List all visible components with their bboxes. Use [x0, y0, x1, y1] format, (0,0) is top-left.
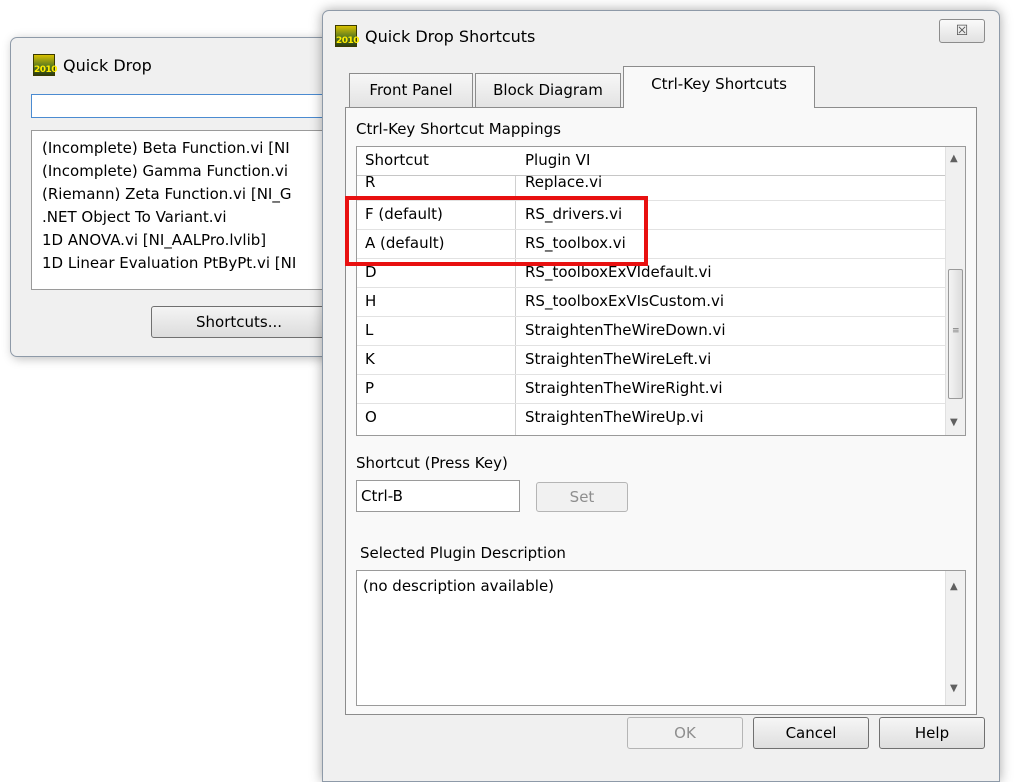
column-header-plugin-vi[interactable]: Plugin VI	[525, 151, 590, 169]
press-key-label: Shortcut (Press Key)	[356, 454, 508, 472]
description-text: (no description available)	[363, 577, 555, 595]
help-button[interactable]: Help	[879, 717, 985, 749]
table-row[interactable]: K StraightenTheWireLeft.vi	[357, 346, 947, 375]
mappings-label: Ctrl-Key Shortcut Mappings	[356, 120, 561, 138]
labview-2010-icon: 2010	[33, 54, 58, 76]
table-row[interactable]: L StraightenTheWireDown.vi	[357, 317, 947, 346]
shortcut-cell: R	[365, 173, 376, 191]
table-row[interactable]: R Replace.vi	[357, 173, 947, 201]
plugin-cell: RS_drivers.vi	[525, 205, 623, 223]
table-row[interactable]: A (default) RS_toolbox.vi	[357, 230, 947, 259]
plugin-cell: StraightenTheWireRight.vi	[525, 379, 723, 397]
scrollbar-thumb[interactable]: ≡	[948, 269, 963, 399]
list-item[interactable]: (Incomplete) Beta Function.vi [NI	[42, 137, 290, 160]
set-button[interactable]: Set	[536, 482, 628, 512]
dialog-title: Quick Drop Shortcuts	[365, 27, 536, 46]
quick-drop-shortcuts-window[interactable]: 2010 Quick Drop Shortcuts ☒ Front Panel …	[322, 10, 1000, 782]
tab-panel: Ctrl-Key Shortcut Mappings Shortcut Plug…	[345, 107, 977, 715]
plugin-cell: StraightenTheWireDown.vi	[525, 321, 726, 339]
shortcut-cell: H	[365, 292, 377, 310]
shortcut-cell: A (default)	[365, 234, 445, 252]
description-scrollbar[interactable]: ▲ ▼	[945, 571, 965, 705]
quick-drop-window[interactable]: 2010 Quick Drop (Incomplete) Beta Functi…	[10, 37, 342, 357]
column-header-shortcut[interactable]: Shortcut	[365, 151, 429, 169]
tab-front-panel[interactable]: Front Panel	[349, 73, 473, 107]
plugin-cell: RS_toolboxExVIsCustom.vi	[525, 292, 725, 310]
shortcut-cell: D	[365, 263, 377, 281]
scroll-down-arrow-icon[interactable]: ▼	[950, 683, 958, 694]
scroll-up-arrow-icon[interactable]: ▲	[950, 153, 958, 164]
tab-block-diagram[interactable]: Block Diagram	[475, 73, 621, 107]
table-scrollbar[interactable]: ▲ ≡ ▼	[945, 147, 965, 435]
grip-icon: ≡	[952, 326, 960, 336]
table-header: Shortcut Plugin VI	[357, 147, 947, 176]
shortcut-cell: F (default)	[365, 205, 443, 223]
shortcut-cell: L	[365, 321, 374, 339]
plugin-cell: RS_toolbox.vi	[525, 234, 626, 252]
list-item[interactable]: 1D Linear Evaluation PtByPt.vi [NI	[42, 252, 296, 275]
table-row[interactable]: H RS_toolboxExVIsCustom.vi	[357, 288, 947, 317]
scroll-up-arrow-icon[interactable]: ▲	[950, 581, 958, 592]
scroll-down-arrow-icon[interactable]: ▼	[950, 417, 958, 428]
shortcut-cell: K	[365, 350, 375, 368]
list-item[interactable]: (Incomplete) Gamma Function.vi	[42, 160, 288, 183]
close-button[interactable]: ☒	[939, 19, 985, 43]
plugin-cell: StraightenTheWireUp.vi	[525, 408, 704, 426]
shortcut-cell: O	[365, 408, 377, 426]
tab-ctrl-key-shortcuts[interactable]: Ctrl-Key Shortcuts	[623, 66, 815, 108]
list-item[interactable]: 1D ANOVA.vi [NI_AALPro.lvlib]	[42, 229, 266, 252]
shortcut-key-input[interactable]	[356, 480, 520, 512]
plugin-description-box: (no description available) ▲ ▼	[356, 570, 966, 706]
table-row[interactable]: P StraightenTheWireRight.vi	[357, 375, 947, 404]
cancel-button[interactable]: Cancel	[753, 717, 869, 749]
table-row[interactable]: F (default) RS_drivers.vi	[357, 201, 947, 230]
quick-drop-title: Quick Drop	[63, 56, 152, 75]
quick-drop-search-input[interactable]	[31, 94, 331, 118]
plugin-cell: RS_toolboxExVIdefault.vi	[525, 263, 712, 281]
shortcuts-button[interactable]: Shortcuts...	[151, 306, 327, 338]
quick-drop-results-list[interactable]: (Incomplete) Beta Function.vi [NI (Incom…	[31, 130, 331, 290]
ok-button[interactable]: OK	[627, 717, 743, 749]
labview-2010-icon: 2010	[335, 25, 360, 47]
table-row[interactable]: O StraightenTheWireUp.vi	[357, 404, 947, 433]
list-item[interactable]: (Riemann) Zeta Function.vi [NI_G	[42, 183, 291, 206]
list-item[interactable]: .NET Object To Variant.vi	[42, 206, 227, 229]
shortcut-mappings-table[interactable]: Shortcut Plugin VI R Replace.vi F (defau…	[356, 146, 966, 436]
plugin-cell: StraightenTheWireLeft.vi	[525, 350, 712, 368]
shortcut-cell: P	[365, 379, 375, 397]
plugin-cell: Replace.vi	[525, 173, 603, 191]
description-label: Selected Plugin Description	[360, 544, 566, 562]
table-row[interactable]: D RS_toolboxExVIdefault.vi	[357, 259, 947, 288]
